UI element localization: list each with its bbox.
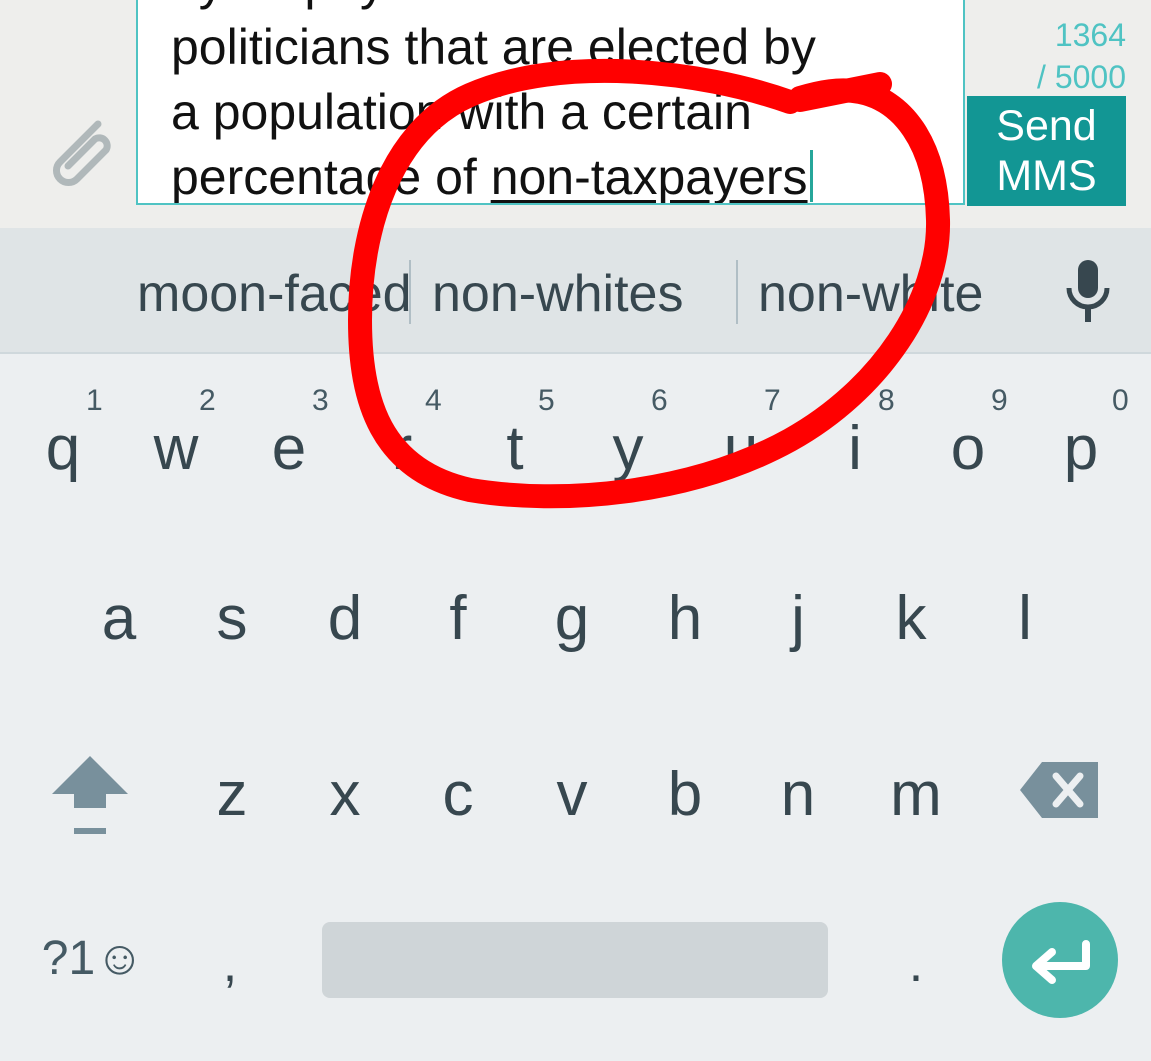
- send-label-line2: MMS: [996, 152, 1097, 200]
- key-label: y: [612, 414, 644, 483]
- key-label: t: [506, 414, 524, 483]
- key-label: p: [1063, 414, 1099, 483]
- key-u[interactable]: 7 u: [686, 384, 796, 494]
- key-hint: 8: [878, 384, 895, 417]
- key-hint: 9: [991, 384, 1008, 417]
- suggestion-2[interactable]: non-whites: [432, 264, 683, 324]
- key-label: k: [895, 584, 927, 653]
- suggestion-1[interactable]: moon-faced: [137, 264, 412, 324]
- key-label: a: [101, 584, 137, 653]
- key-y[interactable]: 6 y: [573, 384, 683, 494]
- key-d[interactable]: d: [290, 584, 400, 664]
- key-k[interactable]: k: [856, 584, 966, 664]
- key-hint: 5: [538, 384, 555, 417]
- keyboard: 1 q 2 w 3 e 4 r 5 t 6 y 7 u 8 i 9 o 0 p …: [0, 354, 1151, 1061]
- text-caret: [809, 150, 813, 202]
- period-label: .: [908, 935, 924, 993]
- key-hint: 0: [1112, 384, 1129, 417]
- key-label: h: [667, 584, 703, 653]
- char-count: 1364: [1054, 17, 1126, 53]
- key-q[interactable]: 1 q: [8, 384, 118, 494]
- key-r[interactable]: 4 r: [347, 384, 457, 494]
- key-a[interactable]: a: [64, 584, 174, 664]
- key-label: d: [327, 584, 363, 653]
- shift-key[interactable]: [40, 750, 140, 850]
- message-text: by taxpayers topoliticians that are elec…: [171, 0, 961, 205]
- send-label-line1: Send: [996, 102, 1097, 150]
- key-z[interactable]: z: [177, 760, 287, 840]
- key-hint: 6: [651, 384, 668, 417]
- key-j[interactable]: j: [743, 584, 853, 664]
- key-label: q: [45, 414, 81, 483]
- key-label: u: [723, 414, 759, 483]
- comma-key[interactable]: ,: [190, 934, 270, 1014]
- key-b[interactable]: b: [630, 760, 740, 840]
- key-l[interactable]: l: [970, 584, 1080, 664]
- period-key[interactable]: .: [876, 934, 956, 1014]
- key-label: x: [329, 760, 361, 829]
- paperclip-icon[interactable]: [40, 110, 124, 194]
- key-n[interactable]: n: [743, 760, 853, 840]
- key-x[interactable]: x: [290, 760, 400, 840]
- screen: by taxpayers topoliticians that are elec…: [0, 0, 1151, 1061]
- key-hint: 2: [199, 384, 216, 417]
- suggestion-strip: moon-faced non-whites non-white: [0, 228, 1151, 354]
- backspace-icon: [1020, 762, 1098, 818]
- key-i[interactable]: 8 i: [800, 384, 910, 494]
- enter-key[interactable]: [1002, 902, 1118, 1018]
- key-f[interactable]: f: [403, 584, 513, 664]
- key-s[interactable]: s: [177, 584, 287, 664]
- key-w[interactable]: 2 w: [121, 384, 231, 494]
- key-o[interactable]: 9 o: [913, 384, 1023, 494]
- key-label: c: [442, 760, 474, 829]
- key-t[interactable]: 5 t: [460, 384, 570, 494]
- send-mms-button[interactable]: Send MMS: [967, 96, 1126, 206]
- key-label: e: [271, 414, 307, 483]
- message-input[interactable]: by taxpayers topoliticians that are elec…: [136, 0, 965, 205]
- shift-icon: [52, 756, 128, 834]
- key-hint: 3: [312, 384, 329, 417]
- symbols-label: ?1☺: [41, 932, 145, 985]
- key-hint: 7: [764, 384, 781, 417]
- key-label: o: [950, 414, 986, 483]
- key-g[interactable]: g: [517, 584, 627, 664]
- key-label: z: [216, 760, 248, 829]
- key-label: j: [791, 584, 805, 653]
- key-c[interactable]: c: [403, 760, 513, 840]
- comma-label: ,: [222, 935, 238, 993]
- char-limit: / 5000: [1037, 59, 1126, 95]
- enter-icon: [1032, 940, 1090, 984]
- symbols-key[interactable]: ?1☺: [28, 924, 158, 994]
- suggestion-divider: [409, 260, 411, 324]
- key-v[interactable]: v: [517, 760, 627, 840]
- key-label: l: [1018, 584, 1032, 653]
- key-label: s: [216, 584, 248, 653]
- key-label: b: [667, 760, 703, 829]
- key-e[interactable]: 3 e: [234, 384, 344, 494]
- spacebar[interactable]: [322, 922, 828, 998]
- key-p[interactable]: 0 p: [1026, 384, 1136, 494]
- key-label: g: [554, 584, 590, 653]
- message-partial-top: by taxpayers to: [171, 0, 961, 15]
- key-hint: 4: [425, 384, 442, 417]
- key-label: r: [391, 414, 413, 483]
- key-h[interactable]: h: [630, 584, 740, 664]
- char-counter: 1364 / 5000: [976, 14, 1126, 98]
- key-hint: 1: [86, 384, 103, 417]
- key-m[interactable]: m: [856, 760, 976, 840]
- composing-word: non-taxpayers: [490, 149, 808, 205]
- key-label: w: [153, 414, 199, 483]
- key-label: m: [890, 760, 942, 829]
- key-label: i: [848, 414, 862, 483]
- backspace-key[interactable]: [1016, 758, 1106, 828]
- key-label: n: [780, 760, 816, 829]
- microphone-icon[interactable]: [1062, 258, 1114, 328]
- suggestion-3[interactable]: non-white: [758, 264, 983, 324]
- key-label: f: [449, 584, 467, 653]
- suggestion-divider: [736, 260, 738, 324]
- compose-bar: by taxpayers topoliticians that are elec…: [0, 0, 1151, 228]
- key-label: v: [556, 760, 588, 829]
